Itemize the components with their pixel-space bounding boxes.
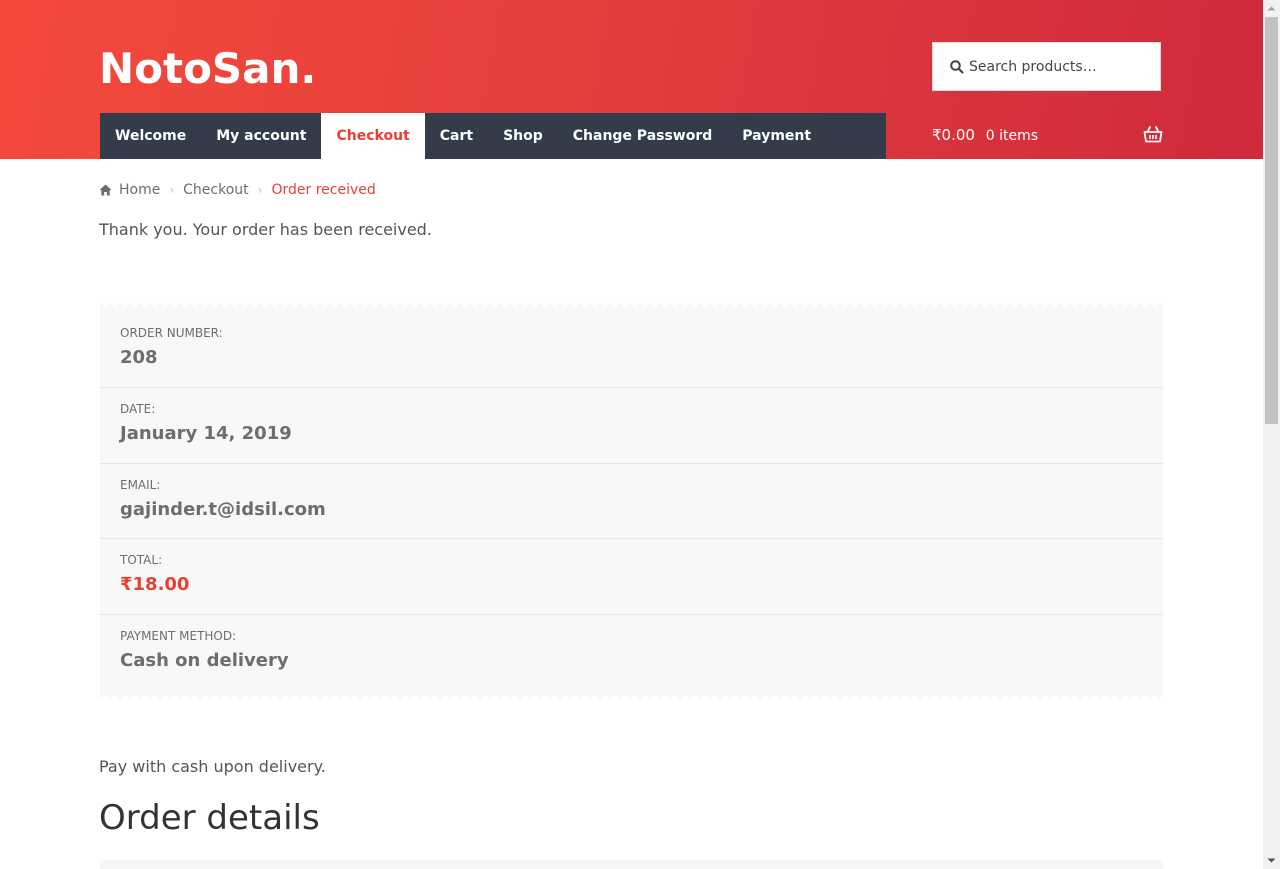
payment-method-value: Cash on delivery	[120, 650, 289, 671]
order-total-label: Total:	[120, 553, 163, 567]
scrollbar-thumb[interactable]	[1265, 17, 1278, 424]
order-number-row: Order number: 208	[100, 308, 1163, 388]
order-email-label: Email:	[120, 478, 161, 492]
nav-item-payment[interactable]: Payment	[727, 113, 826, 159]
site-logo[interactable]: NotoSan.	[99, 42, 316, 96]
breadcrumb-separator-icon: ›	[169, 183, 175, 197]
order-total-value: ₹18.00	[120, 574, 190, 595]
order-details-heading: Order details	[99, 798, 320, 838]
breadcrumb-current: Order received	[271, 182, 376, 198]
zigzag-top-edge	[100, 302, 1163, 308]
order-email-row: Email: gajinder.t@idsil.com	[100, 464, 1163, 539]
order-date-label: Date:	[120, 402, 156, 416]
order-email-value: gajinder.t@idsil.com	[120, 499, 326, 520]
order-received-message: Thank you. Your order has been received.	[99, 220, 432, 239]
order-total-row: Total: ₹18.00	[100, 539, 1163, 615]
scroll-up-arrow-icon[interactable]	[1263, 0, 1280, 17]
nav-item-checkout[interactable]: Checkout	[321, 113, 425, 159]
site-header: NotoSan. Welcome My account Checkout Car…	[0, 0, 1263, 159]
nav-item-welcome[interactable]: Welcome	[100, 113, 201, 159]
payment-instructions: Pay with cash upon delivery.	[99, 757, 326, 776]
nav-item-change-password[interactable]: Change Password	[558, 113, 728, 159]
breadcrumb-home[interactable]: Home	[119, 182, 160, 198]
nav-item-my-account[interactable]: My account	[201, 113, 321, 159]
primary-navigation: Welcome My account Checkout Cart Shop Ch…	[100, 113, 886, 159]
zigzag-bottom-edge	[100, 694, 1163, 700]
search-icon	[950, 60, 964, 74]
breadcrumb-separator-icon: ›	[257, 183, 263, 197]
order-date-value: January 14, 2019	[120, 423, 292, 444]
breadcrumb: Home › Checkout › Order received	[99, 179, 376, 201]
order-overview-body: Order number: 208 Date: January 14, 2019…	[100, 308, 1163, 694]
vertical-scrollbar[interactable]	[1263, 0, 1280, 869]
scroll-down-arrow-icon[interactable]	[1263, 852, 1280, 869]
order-date-row: Date: January 14, 2019	[100, 388, 1163, 464]
nav-item-cart[interactable]: Cart	[425, 113, 488, 159]
order-details-table	[100, 860, 1163, 869]
basket-icon	[1143, 126, 1163, 143]
order-overview: Order number: 208 Date: January 14, 2019…	[100, 296, 1163, 706]
payment-method-label: Payment method:	[120, 629, 237, 643]
cart-count: 0 items	[985, 128, 1039, 144]
breadcrumb-checkout[interactable]: Checkout	[183, 182, 249, 198]
home-icon	[99, 184, 112, 196]
search-input[interactable]	[969, 43, 1155, 90]
payment-method-row: Payment method: Cash on delivery	[100, 615, 1163, 694]
product-search	[932, 42, 1161, 91]
header-cart[interactable]: ₹0.00 0 items	[932, 113, 1163, 159]
order-number-label: Order number:	[120, 326, 223, 340]
page: NotoSan. Welcome My account Checkout Car…	[0, 0, 1263, 869]
cart-amount: ₹0.00	[932, 126, 975, 144]
nav-item-shop[interactable]: Shop	[488, 113, 558, 159]
order-number-value: 208	[120, 347, 158, 368]
